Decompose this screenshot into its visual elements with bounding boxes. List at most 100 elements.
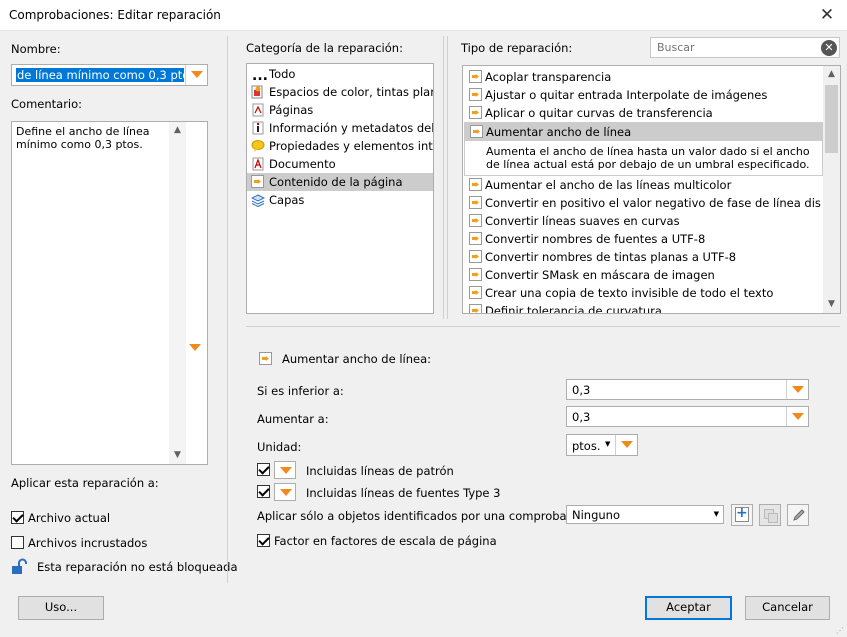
increase-value[interactable]: 0,3 xyxy=(572,410,590,424)
chevron-down-icon xyxy=(280,489,292,496)
separator xyxy=(227,36,228,583)
name-input[interactable]: de línea mínimo como 0,3 ptos. xyxy=(16,68,184,82)
category-item-color-spaces[interactable]: Espacios de color, tintas planas, xyxy=(247,83,433,101)
scroll-down-icon[interactable]: ▼ xyxy=(169,447,186,464)
category-list[interactable]: ... Todo Espacios de color, tintas plana… xyxy=(246,63,434,314)
fixtype-item[interactable]: Aplicar o quitar curvas de transferencia xyxy=(463,104,821,122)
if-less-dropdown[interactable] xyxy=(786,380,808,399)
fix-icon xyxy=(470,125,483,138)
include-type3-dropdown[interactable] xyxy=(274,483,296,501)
dots-icon: ... xyxy=(252,68,268,83)
fixtype-item-selected[interactable]: Aumentar ancho de línea Aumenta el ancho… xyxy=(464,122,823,176)
resize-grip-icon[interactable]: ⋰ xyxy=(836,626,844,635)
fixtype-scrollbar[interactable]: ▲ ▼ xyxy=(823,66,840,313)
comment-expand-icon[interactable] xyxy=(189,344,201,351)
fixtype-item[interactable]: Ajustar o quitar entrada Interpolate de … xyxy=(463,86,821,104)
increase-dropdown[interactable] xyxy=(786,407,808,426)
plus-icon: + xyxy=(736,505,748,521)
chevron-down-icon xyxy=(792,386,804,393)
scroll-up-icon[interactable]: ▲ xyxy=(169,122,186,139)
scroll-down-icon[interactable]: ▼ xyxy=(823,296,840,313)
search-box[interactable]: ✕ xyxy=(650,37,840,58)
if-less-value[interactable]: 0,3 xyxy=(572,383,590,397)
include-pattern-label: Incluidas líneas de patrón xyxy=(306,464,454,478)
scale-factor-label: Factor en factores de escala de página xyxy=(274,534,497,548)
category-item-page-content[interactable]: Contenido de la página xyxy=(247,173,433,191)
unit-label: Unidad: xyxy=(257,440,302,454)
color-space-icon xyxy=(251,85,263,99)
apply-only-value[interactable]: Ninguno xyxy=(572,508,620,522)
category-item-document[interactable]: Documento xyxy=(247,155,433,173)
caret-down-icon: ▼ xyxy=(713,510,719,518)
fixtype-item[interactable]: Acoplar transparencia xyxy=(463,68,821,86)
fixtype-item[interactable]: Convertir nombres de fuentes a UTF-8 xyxy=(463,230,821,248)
current-file-checkbox[interactable] xyxy=(11,511,24,524)
uso-button[interactable]: Uso... xyxy=(18,596,104,620)
pdf-document-icon xyxy=(252,157,264,171)
category-item-info[interactable]: Información y metadatos del do xyxy=(247,119,433,137)
current-file-label: Archivo actual xyxy=(28,511,111,525)
embedded-files-label: Archivos incrustados xyxy=(28,536,148,550)
separator xyxy=(443,36,444,319)
include-pattern-dropdown[interactable] xyxy=(274,461,296,479)
comment-scrollbar[interactable]: ▲ ▼ xyxy=(169,122,186,464)
fix-icon xyxy=(469,232,482,245)
apply-only-label: Aplicar sólo a objetos identificados por… xyxy=(257,509,595,523)
scale-factor-checkbox[interactable] xyxy=(257,534,270,547)
unit-select[interactable]: ptos. ▼ xyxy=(566,434,638,456)
include-type3-label: Incluidas líneas de fuentes Type 3 xyxy=(306,486,501,500)
comment-label: Comentario: xyxy=(11,97,83,111)
name-dropdown-button[interactable] xyxy=(185,65,207,85)
include-pattern-checkbox[interactable] xyxy=(257,463,270,476)
unit-dropdown[interactable] xyxy=(615,435,637,455)
fixtype-item[interactable]: Aumentar el ancho de las líneas multicol… xyxy=(463,176,821,194)
fixtype-item[interactable]: Convertir SMask en máscara de imagen xyxy=(463,266,821,284)
fixtype-item[interactable]: Definir tolerancia de curvatura xyxy=(463,302,821,313)
name-combo[interactable]: de línea mínimo como 0,3 ptos. xyxy=(11,64,208,86)
fixtype-item[interactable]: Convertir en positivo el valor negativo … xyxy=(463,194,821,212)
fixtype-item[interactable]: Convertir líneas suaves en curvas xyxy=(463,212,821,230)
chevron-down-icon xyxy=(792,413,804,420)
increase-combo[interactable]: 0,3 xyxy=(566,406,809,427)
include-type3-checkbox[interactable] xyxy=(257,485,270,498)
fixtype-list[interactable]: Acoplar transparencia Ajustar o quitar e… xyxy=(462,65,841,314)
params-header: Aumentar ancho de línea: xyxy=(282,352,432,366)
lock-status-text: Esta reparación no está bloqueada xyxy=(37,560,238,574)
comment-text: Define el ancho de línea mínimo como 0,3… xyxy=(16,125,150,151)
apply-only-select[interactable]: Ninguno ▼ xyxy=(566,505,724,524)
close-icon[interactable]: ✕ xyxy=(816,5,838,25)
scroll-up-icon[interactable]: ▲ xyxy=(823,66,840,83)
fix-icon xyxy=(469,178,482,191)
search-input[interactable] xyxy=(655,40,815,55)
category-item-todo[interactable]: ... Todo xyxy=(247,65,433,83)
embedded-files-checkbox[interactable] xyxy=(11,536,24,549)
fixtype-item[interactable]: Crear una copia de texto invisible de to… xyxy=(463,284,821,302)
chevron-down-icon xyxy=(280,467,292,474)
fix-icon xyxy=(469,214,482,227)
cancel-button[interactable]: Cancelar xyxy=(745,596,830,620)
category-item-layers[interactable]: Capas xyxy=(247,191,433,209)
clear-search-icon[interactable]: ✕ xyxy=(821,40,837,56)
fixtype-item[interactable]: Convertir nombres de tintas planas a UTF… xyxy=(463,248,821,266)
edit-check-button[interactable] xyxy=(787,504,809,526)
chevron-down-icon xyxy=(621,441,633,448)
comment-textarea[interactable]: Define el ancho de línea mínimo como 0,3… xyxy=(11,121,208,465)
add-check-button[interactable]: + xyxy=(731,504,753,526)
caret-down-icon: ▼ xyxy=(605,440,611,448)
window-title: Comprobaciones: Editar reparación xyxy=(9,8,221,22)
title-bar: Comprobaciones: Editar reparación ✕ xyxy=(0,0,847,31)
name-label: Nombre: xyxy=(11,42,61,56)
duplicate-check-button[interactable] xyxy=(759,504,781,526)
fix-icon xyxy=(259,352,272,365)
comment-icon xyxy=(251,140,265,152)
unlock-icon xyxy=(12,558,27,574)
fix-icon xyxy=(469,88,482,101)
category-item-properties[interactable]: Propiedades y elementos interac xyxy=(247,137,433,155)
scroll-thumb[interactable] xyxy=(825,85,838,153)
fix-icon xyxy=(469,250,482,263)
category-item-pages[interactable]: Páginas xyxy=(247,101,433,119)
unit-value[interactable]: ptos. xyxy=(572,439,601,453)
accept-button[interactable]: Aceptar xyxy=(645,596,732,620)
if-less-combo[interactable]: 0,3 xyxy=(566,379,809,400)
category-label: Categoría de la reparación: xyxy=(246,41,403,55)
